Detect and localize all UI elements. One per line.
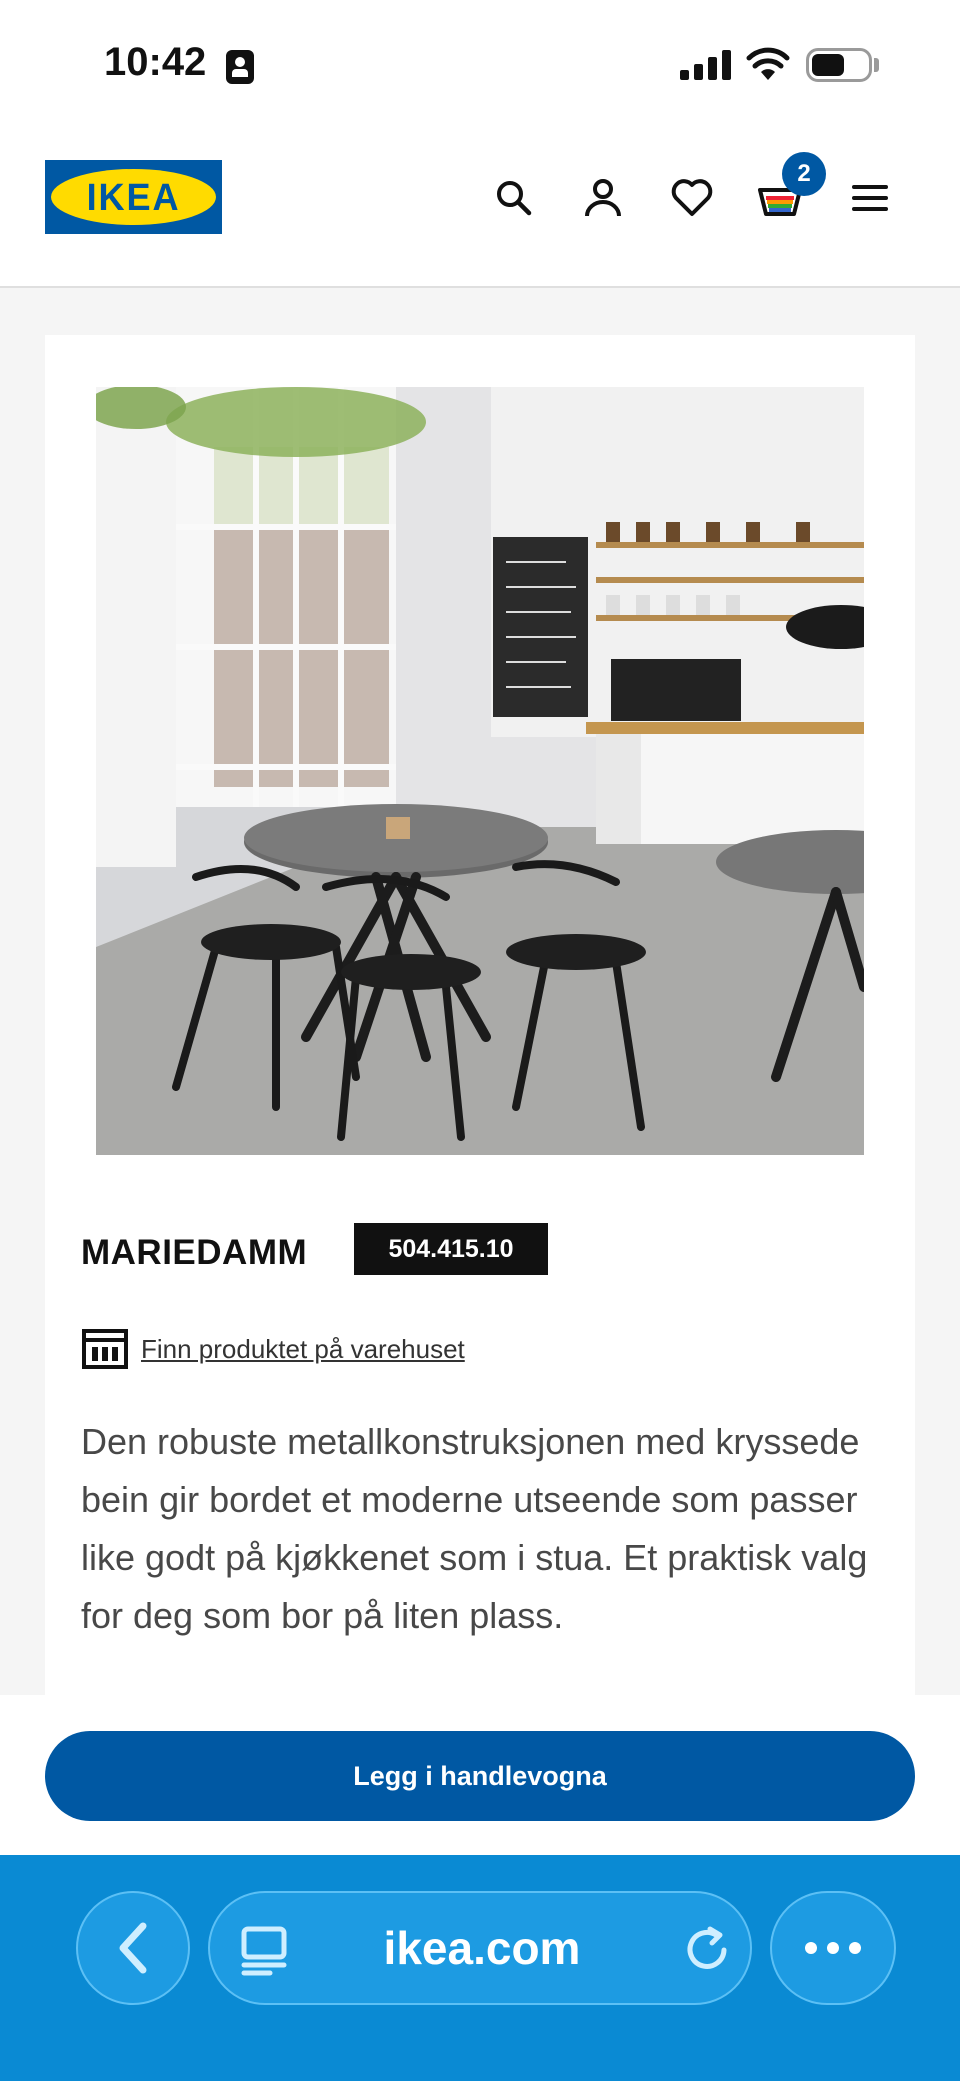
menu-icon[interactable] bbox=[842, 170, 898, 226]
status-bar: 10:42 bbox=[0, 0, 960, 130]
chevron-left-icon bbox=[119, 1922, 147, 1974]
logo-text: IKEA bbox=[86, 177, 181, 219]
heart-icon[interactable] bbox=[664, 170, 720, 226]
more-dot bbox=[849, 1942, 861, 1954]
product-name: MARIEDAMM bbox=[81, 1233, 308, 1272]
browser-toolbar: ikea.com bbox=[0, 1855, 960, 2081]
reload-icon[interactable] bbox=[680, 1923, 734, 1977]
add-to-cart-button[interactable]: Legg i handlevogna bbox=[45, 1731, 915, 1821]
product-description: Den robuste metallkonstruksjonen med kry… bbox=[81, 1421, 868, 1636]
find-in-store-link[interactable]: Finn produktet på varehuset bbox=[141, 1334, 465, 1365]
ikea-logo[interactable]: IKEA bbox=[45, 160, 222, 234]
find-in-store-row[interactable]: Finn produktet på varehuset bbox=[81, 1325, 465, 1373]
battery-icon bbox=[806, 48, 872, 82]
cart-count-badge: 2 bbox=[782, 152, 826, 196]
product-image[interactable] bbox=[96, 387, 864, 1155]
store-icon bbox=[82, 1329, 128, 1369]
more-dot bbox=[827, 1942, 839, 1954]
more-dot bbox=[805, 1942, 817, 1954]
address-bar[interactable]: ikea.com bbox=[208, 1891, 752, 2005]
account-icon[interactable] bbox=[575, 170, 631, 226]
product-card: MARIEDAMM 504.415.10 Finn produktet på v… bbox=[45, 335, 915, 1695]
sticky-action-panel: Legg i handlevogna bbox=[0, 1695, 960, 1855]
contact-card-icon bbox=[226, 50, 254, 84]
search-icon[interactable] bbox=[486, 170, 542, 226]
url-text: ikea.com bbox=[383, 1922, 581, 1974]
cellular-signal-icon bbox=[680, 50, 732, 80]
wifi-icon bbox=[746, 47, 790, 80]
back-button[interactable] bbox=[76, 1891, 190, 2005]
status-time: 10:42 bbox=[104, 40, 207, 84]
battery-cap bbox=[874, 58, 879, 72]
site-header: IKEA 2 bbox=[0, 130, 960, 288]
article-number-badge: 504.415.10 bbox=[354, 1223, 548, 1275]
more-options-button[interactable] bbox=[770, 1891, 896, 2005]
